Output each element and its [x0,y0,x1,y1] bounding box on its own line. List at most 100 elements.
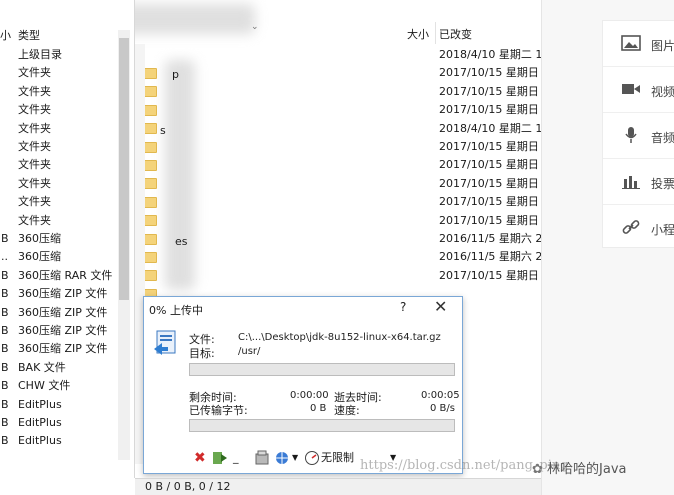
modified-date-cell[interactable]: 2017/10/15 星期日 2 [439,83,541,101]
insert-menu-card: 图片 视频 音频 投票 小程 [602,20,674,248]
brand-watermark: ✿ 林哈哈的Java [532,458,627,477]
file-type-label: 文件夹 [18,213,51,227]
modified-date-cell[interactable]: 2018/4/10 星期二 16 [439,120,541,138]
file-type-label: 文件夹 [18,176,51,190]
modified-date-cell[interactable]: 2017/10/15 星期日 2 [439,101,541,119]
file-progress-bar [189,363,455,376]
modified-date-cell[interactable]: 2017/10/15 星期日 2 [439,156,541,174]
speed-value: 0 B/s [430,403,455,414]
file-type-row[interactable]: 文件夹 [0,193,51,211]
chevron-down-icon[interactable]: ▼ [292,450,298,466]
file-type-row[interactable]: 文件夹 [0,138,51,156]
row-prefix: .. [1,250,8,264]
insert-vote-item[interactable]: 投票 [603,159,674,205]
bar-chart-icon [622,176,640,189]
file-type-row[interactable]: 文件夹 [0,156,51,174]
file-type-row[interactable]: 文件夹 [0,120,51,138]
file-type-row[interactable]: .. 360压缩 [0,248,61,266]
file-type-row[interactable]: 文件夹 [0,212,51,230]
file-type-label: 360压缩 [18,250,61,264]
row-prefix: B [1,379,9,393]
microphone-icon [625,127,637,143]
file-type-row[interactable]: B 360压缩 RAR 文件 [0,267,112,285]
file-type-label: 文件夹 [18,140,51,153]
speed-limit-gauge-icon[interactable] [304,450,320,466]
speed-label: 速度: [334,404,360,417]
file-type-row[interactable]: B BAK 文件 [0,359,66,377]
file-type-list: 小 类型 上级目录 文件夹 文件夹 文件夹 文件夹 文件夹 文件夹 文件夹 文件夹 文件夹 B 360… [0,0,135,478]
file-type-label: 文件夹 [18,66,51,80]
transferred-bytes-label: 已传输字节: [189,404,248,417]
speed-limit-label[interactable]: 无限制 [321,450,354,466]
file-type-label: 360压缩 ZIP 文件 [18,287,108,301]
row-prefix: B [1,232,9,245]
row-prefix: B [1,360,9,374]
file-type-row[interactable]: B 360压缩 ZIP 文件 [0,340,107,358]
insert-miniprogram-label: 小程 [651,223,674,237]
folder-icon [143,215,157,227]
file-type-row[interactable]: 上级目录 [0,46,62,64]
modified-date-cell[interactable]: 2017/10/15 星期日 2 [439,212,541,230]
insert-image-item[interactable]: 图片 [603,21,674,67]
queue-icon[interactable] [254,450,270,466]
status-bar: 0 B / 0 B, 0 / 12 [135,478,541,495]
modified-date-cell[interactable]: 2017/10/15 星期日 2 [439,138,541,156]
link-icon [622,220,640,234]
file-type-row[interactable]: 文件夹 [0,64,51,82]
left-scrollbar-thumb[interactable] [119,38,129,300]
close-button[interactable]: ✕ [434,298,447,316]
folder-icon [143,270,157,282]
folder-icon [143,196,157,208]
modified-date-cell[interactable]: 2017/10/15 星期日 2 [439,175,541,193]
modified-date-cell[interactable]: 2016/11/5 星期六 23 [439,230,541,248]
modified-date-cell[interactable]: 2017/10/15 星期日 2 [439,64,541,82]
file-type-row[interactable]: B EditPlus [0,396,62,414]
image-icon [621,35,641,51]
insert-video-item[interactable]: 视频 [603,67,674,113]
blurred-header [135,4,255,34]
modified-column-header[interactable]: 已改变 [439,26,472,42]
file-type-row[interactable]: B CHW 文件 [0,377,70,395]
file-type-label: 上级目录 [18,48,62,61]
file-type-label: 360压缩 ZIP 文件 [18,305,108,319]
folder-icon [143,160,157,171]
left-scrollbar[interactable] [118,30,130,460]
file-type-row[interactable]: B EditPlus [0,432,62,450]
file-type-label: EditPlus [18,416,62,429]
insert-audio-label: 音频 [651,131,674,145]
settings-globe-icon[interactable] [274,450,290,466]
minimize-icon[interactable]: _ [233,450,239,466]
folder-icon [143,104,157,116]
modified-date-cell[interactable]: 2016/11/5 星期六 23 [439,248,541,266]
folder-icon [143,123,157,135]
modified-date-cell[interactable]: 2017/10/15 星期日 2 [439,267,541,285]
row-prefix: B [1,287,9,301]
file-type-label: CHW 文件 [18,379,71,393]
insert-miniprogram-item[interactable]: 小程 [603,205,674,251]
file-type-row[interactable]: 文件夹 [0,175,51,193]
file-type-row[interactable]: B 360压缩 ZIP 文件 [0,304,107,322]
cancel-icon[interactable]: ✖ [194,450,206,466]
row-prefix: B [1,268,9,282]
size-column-header[interactable]: 大小 [407,26,429,42]
file-type-label: BAK 文件 [18,360,66,374]
modified-date-cell[interactable]: 2018/4/10 星期二 16 [439,46,541,64]
type-column-header[interactable]: 小 类型 [0,27,118,43]
file-type-row[interactable]: B 360压缩 ZIP 文件 [0,285,107,303]
file-type-row[interactable]: B 360压缩 [0,230,61,248]
column-divider[interactable] [435,22,436,44]
file-type-row[interactable]: 文件夹 [0,83,51,101]
chevron-down-icon[interactable]: ⌄ [251,22,259,32]
insert-audio-item[interactable]: 音频 [603,113,674,159]
help-button[interactable]: ? [400,300,406,314]
file-type-row[interactable]: B EditPlus [0,414,62,432]
background-transfer-icon[interactable] [212,450,228,466]
file-type-row[interactable]: 文件夹 [0,101,51,119]
file-type-row[interactable]: B 360压缩 ZIP 文件 [0,322,107,340]
upload-progress-dialog: 0% 上传中 ? ✕ 文件: C:\...\Desktop\jdk-8u152-… [143,296,463,474]
file-type-label: 文件夹 [18,158,51,172]
total-progress-bar [189,419,455,432]
modified-date-cell[interactable]: 2017/10/15 星期日 2 [439,193,541,211]
row-prefix: B [1,342,9,356]
filename-fragment: es [175,235,188,248]
